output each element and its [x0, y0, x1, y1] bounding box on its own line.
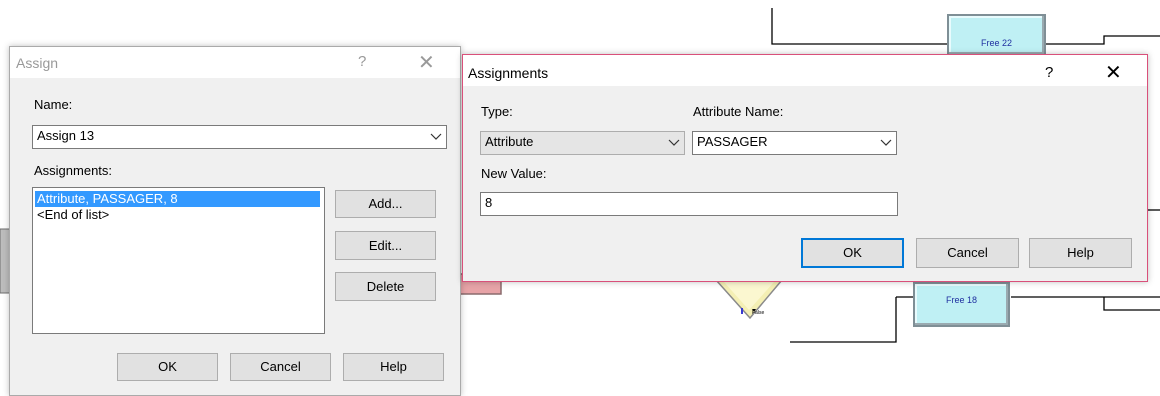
- ok-button[interactable]: OK: [801, 238, 904, 268]
- attribute-name-value: PASSAGER: [697, 134, 768, 149]
- list-item[interactable]: <End of list>: [35, 207, 109, 223]
- type-combobox[interactable]: Attribute: [480, 131, 685, 155]
- name-label: Name:: [34, 97, 73, 112]
- assign-dialog-title: Assign: [16, 55, 59, 71]
- attribute-name-label: Attribute Name:: [693, 104, 784, 119]
- name-combobox[interactable]: Assign 13: [32, 125, 447, 149]
- help-button[interactable]: Help: [1029, 238, 1132, 268]
- chevron-down-icon[interactable]: [880, 132, 892, 154]
- help-button[interactable]: Help: [343, 353, 444, 381]
- chevron-down-icon[interactable]: [668, 132, 680, 154]
- module-free-22-label: Free 22: [980, 38, 1013, 48]
- module-free-22[interactable]: Free 22: [947, 14, 1046, 56]
- new-value-label: New Value:: [481, 166, 547, 181]
- close-icon[interactable]: ✕: [418, 50, 435, 75]
- delete-button[interactable]: Delete: [335, 272, 436, 301]
- decide-input-marker: [741, 308, 743, 314]
- module-free-18[interactable]: Free 18: [913, 282, 1010, 327]
- new-value-input[interactable]: 8: [480, 192, 898, 216]
- ok-button[interactable]: OK: [117, 353, 218, 381]
- help-icon[interactable]: ?: [1045, 64, 1053, 81]
- assignments-titlebar[interactable]: Assignments ? ✕: [463, 55, 1147, 86]
- list-item[interactable]: Attribute, PASSAGER, 8: [35, 191, 320, 207]
- module-free-18-label: Free 18: [945, 295, 978, 305]
- assign-dialog: Assign ? ✕ Name: Assign 13 Assignments: …: [9, 46, 461, 396]
- assignments-dialog-title: Assignments: [468, 65, 549, 81]
- assign-titlebar[interactable]: Assign ? ✕: [10, 47, 460, 78]
- type-value: Attribute: [485, 134, 534, 149]
- edit-button[interactable]: Edit...: [335, 231, 436, 260]
- close-icon[interactable]: ✕: [1105, 60, 1122, 85]
- assignments-dialog: Assignments ? ✕ Type: Attribute Attribut…: [462, 54, 1148, 282]
- cancel-button[interactable]: Cancel: [230, 353, 331, 381]
- attribute-name-combobox[interactable]: PASSAGER: [692, 131, 897, 155]
- assignments-label: Assignments:: [34, 163, 113, 178]
- type-label: Type:: [481, 104, 513, 119]
- assignments-listbox[interactable]: Attribute, PASSAGER, 8 <End of list>: [32, 187, 325, 334]
- help-icon[interactable]: ?: [358, 53, 366, 70]
- chevron-down-icon[interactable]: [430, 126, 442, 148]
- add-button[interactable]: Add...: [335, 190, 436, 218]
- name-value: Assign 13: [37, 128, 95, 143]
- cancel-button[interactable]: Cancel: [916, 238, 1019, 268]
